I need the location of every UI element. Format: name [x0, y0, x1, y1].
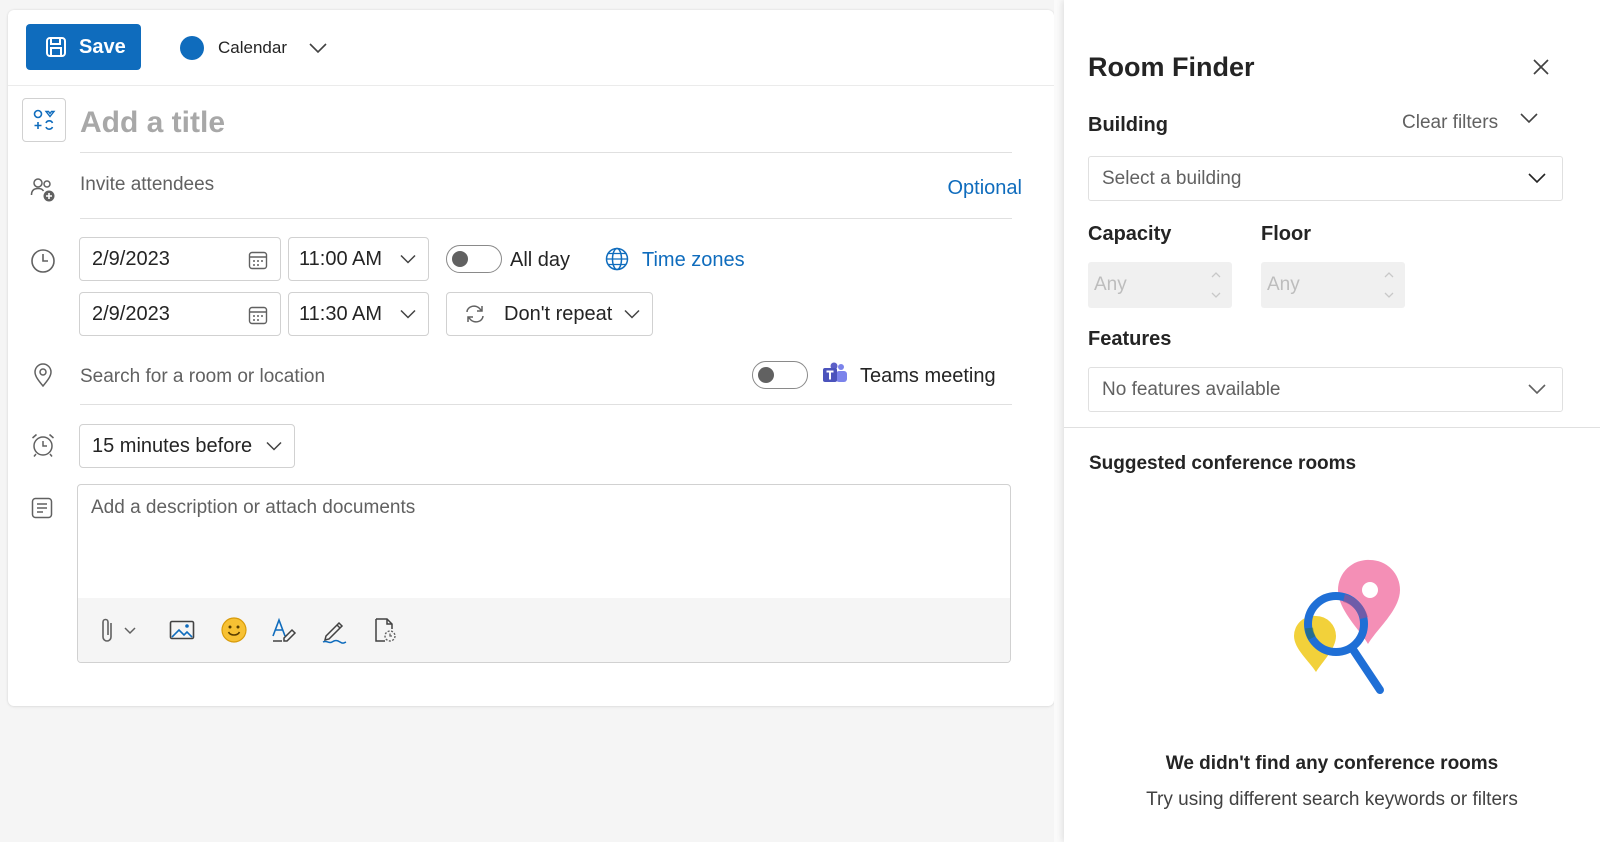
end-date-field[interactable]: 2/9/2023 [79, 292, 281, 336]
features-placeholder: No features available [1102, 379, 1281, 400]
people-add-icon [30, 177, 56, 203]
capacity-label: Capacity [1088, 223, 1172, 245]
chevron-down-icon [400, 254, 416, 264]
end-time-field[interactable]: 11:30 AM [288, 292, 429, 336]
clear-filters-button[interactable]: Clear filters [1402, 112, 1498, 134]
empty-state-title: We didn't find any conference rooms [1165, 753, 1499, 774]
reminder-dropdown[interactable]: 15 minutes before [79, 424, 295, 468]
repeat-value: Don't repeat [504, 302, 613, 325]
room-finder-panel: Room Finder Building Clear filters Selec… [1064, 0, 1600, 842]
start-time-field[interactable]: 11:00 AM [288, 237, 429, 281]
description-placeholder: Add a description or attach documents [91, 497, 416, 518]
title-emoji-icon [32, 108, 56, 132]
chevron-down-icon [309, 42, 327, 54]
calendar-icon[interactable] [248, 305, 268, 325]
building-dropdown[interactable]: Select a building [1088, 156, 1563, 201]
start-time-value: 11:00 AM [299, 247, 383, 270]
end-date-value: 2/9/2023 [92, 302, 170, 325]
event-editor: Save Calendar Add a title Invite attende… [8, 10, 1054, 706]
repeat-icon [463, 303, 487, 325]
building-label: Building [1088, 114, 1168, 136]
paperclip-icon [102, 618, 112, 642]
start-date-value: 2/9/2023 [92, 247, 170, 270]
chevron-down-icon [400, 309, 416, 319]
features-label: Features [1088, 328, 1172, 350]
empty-state-subtitle: Try using different search keywords or f… [1146, 789, 1518, 810]
toggle-knob [758, 367, 774, 383]
capacity-spinbox[interactable]: Any [1088, 262, 1232, 308]
reminder-value: 15 minutes before [92, 434, 253, 457]
teams-meeting-label: Teams meeting [860, 365, 996, 387]
teams-meeting-toggle[interactable] [752, 361, 808, 389]
calendar-color-dot [180, 36, 204, 60]
calendar-label: Calendar [218, 38, 287, 57]
chevron-down-icon [266, 441, 282, 451]
location-icon [30, 362, 56, 388]
all-day-label: All day [510, 249, 571, 271]
end-time-value: 11:30 AM [299, 302, 383, 325]
location-divider [80, 404, 1012, 405]
building-placeholder: Select a building [1102, 168, 1242, 189]
start-date-field[interactable]: 2/9/2023 [79, 237, 281, 281]
spinner-arrows-icon[interactable] [1383, 268, 1395, 302]
calendar-icon[interactable] [248, 250, 268, 270]
search-illustration-icon [1284, 556, 1409, 701]
description-editor[interactable]: Add a description or attach documents [77, 484, 1011, 663]
chevron-down-icon[interactable] [1520, 112, 1538, 124]
time-zones-link[interactable]: Time zones [642, 249, 745, 272]
title-input[interactable]: Add a title [80, 102, 1038, 144]
all-day-toggle[interactable] [446, 245, 502, 273]
save-icon [45, 36, 67, 58]
image-icon[interactable] [168, 616, 196, 644]
attendees-divider [80, 218, 1012, 219]
section-divider [1064, 427, 1600, 428]
alarm-icon [30, 432, 56, 458]
optional-attendees-link[interactable]: Optional [948, 177, 1023, 200]
features-dropdown[interactable]: No features available [1088, 367, 1563, 412]
save-label: Save [79, 35, 126, 58]
toggle-knob [452, 251, 468, 267]
location-search-input[interactable]: Search for a room or location [80, 366, 325, 388]
title-emoji-button[interactable] [22, 98, 66, 142]
clock-icon [30, 248, 56, 274]
floor-value: Any [1267, 274, 1300, 295]
room-finder-title: Room Finder [1088, 52, 1255, 82]
editor-toolbar: Save Calendar [8, 10, 1054, 86]
spinner-arrows-icon[interactable] [1210, 268, 1222, 302]
globe-icon [605, 247, 629, 271]
attach-button[interactable] [100, 616, 142, 644]
loop-icon[interactable] [370, 616, 398, 644]
invite-attendees-input[interactable]: Invite attendees [80, 174, 214, 196]
repeat-dropdown[interactable]: Don't repeat [446, 292, 653, 336]
format-icon[interactable] [270, 616, 298, 644]
floor-label: Floor [1261, 223, 1311, 245]
suggested-rooms-heading: Suggested conference rooms [1089, 453, 1357, 474]
teams-icon [822, 362, 848, 386]
emoji-icon[interactable] [220, 616, 248, 644]
close-icon[interactable] [1532, 58, 1550, 76]
description-toolbar [78, 598, 1010, 662]
notes-icon [30, 496, 54, 520]
floor-spinbox[interactable]: Any [1261, 262, 1405, 308]
calendar-picker[interactable]: Calendar [180, 34, 327, 62]
chevron-down-icon [1528, 172, 1546, 184]
chevron-down-icon [1528, 383, 1546, 395]
title-divider [80, 152, 1012, 153]
panel-divider [1054, 0, 1064, 842]
signature-icon[interactable] [320, 616, 348, 644]
capacity-value: Any [1094, 274, 1127, 295]
save-button[interactable]: Save [26, 24, 141, 70]
chevron-down-icon [624, 309, 640, 319]
